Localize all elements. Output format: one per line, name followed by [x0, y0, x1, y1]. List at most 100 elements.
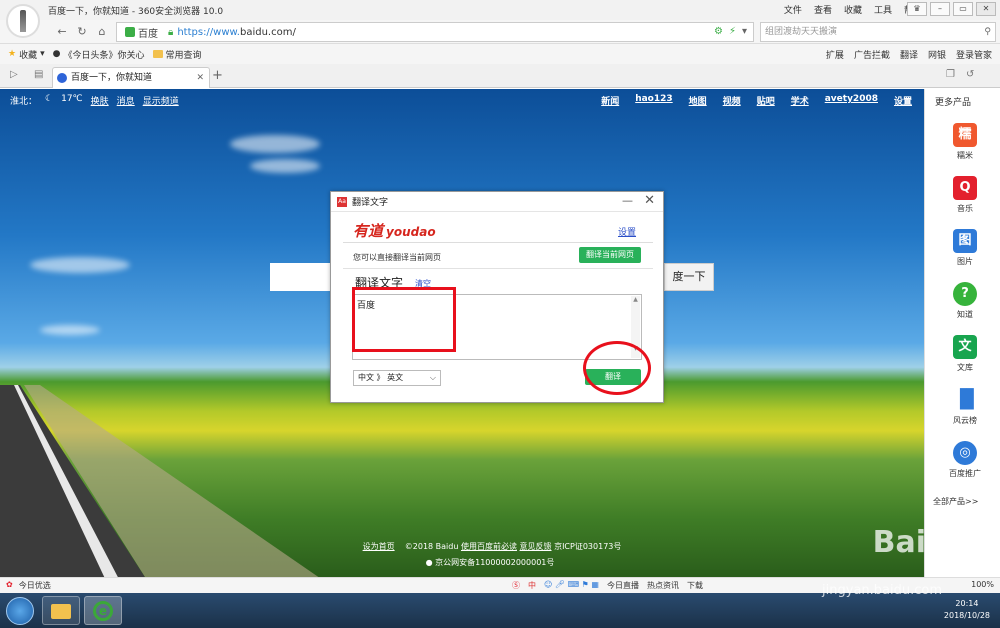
- translate-page-button[interactable]: 翻译当前网页: [579, 247, 641, 263]
- bookmark-common[interactable]: 常用查询: [152, 48, 202, 61]
- dialog-minimize-icon[interactable]: —: [622, 194, 633, 207]
- bank-button[interactable]: 网银: [928, 48, 946, 61]
- sogou-ime-icon[interactable]: Ⓢ: [512, 580, 520, 591]
- adblock-button[interactable]: 广告拦截: [854, 48, 890, 61]
- product-wenku[interactable]: 文文库: [943, 335, 987, 373]
- nav-settings[interactable]: 设置: [894, 94, 912, 107]
- product-promotion[interactable]: ◎ 百度推广: [943, 441, 987, 479]
- product-images[interactable]: 图图片: [943, 229, 987, 267]
- maximize-button[interactable]: ▭: [953, 2, 973, 16]
- search-input[interactable]: 组团渡劫天天搬演 ⚲: [760, 22, 996, 42]
- lock-icon: 🔒︎: [168, 26, 174, 38]
- bookmark-favorites[interactable]: ★ 收藏 ▾: [8, 48, 45, 61]
- nav-username[interactable]: avety2008: [825, 94, 878, 107]
- tab-close-icon[interactable]: ✕: [196, 68, 204, 88]
- bookmark-toutiao[interactable]: ● 《今日头条》你关心: [53, 48, 145, 61]
- skin-button[interactable]: ♛: [907, 2, 927, 16]
- nav-hao123[interactable]: hao123: [635, 94, 672, 107]
- login-manager-button[interactable]: 登录管家: [956, 48, 992, 61]
- search-icon[interactable]: ⚲: [984, 23, 991, 41]
- undo-close-icon[interactable]: ↺: [966, 69, 974, 80]
- moon-icon: ☾: [45, 94, 54, 104]
- chevron-down-icon: ⌵: [429, 373, 436, 382]
- baidu-search-input[interactable]: [270, 263, 332, 291]
- nav-tieba[interactable]: 贴吧: [757, 94, 775, 107]
- restore-icon[interactable]: ❐: [946, 69, 955, 80]
- address-bar[interactable]: 百度 🔒︎ https://www.baidu.com/ ⚙ ⚡ ▾: [116, 22, 754, 42]
- product-music[interactable]: Q 音乐: [943, 176, 987, 214]
- baidu-paw-icon: [57, 73, 67, 83]
- navigation-bar: ← ↻ ⌂ 百度 🔒︎ https://www.baidu.com/ ⚙ ⚡ ▾ 组…: [0, 20, 1000, 44]
- ime-tools-icons: ☺ 🎤︎ ⌨ ⚑ ▦: [544, 580, 599, 589]
- top-nav: 新闻 hao123 地图 视频 贴吧 学术 avety2008 设置: [601, 94, 912, 107]
- baidu-search-button[interactable]: 度一下: [664, 263, 714, 291]
- globe-icon: ◎: [953, 441, 977, 465]
- refresh-icon[interactable]: ↻: [74, 24, 90, 40]
- tab-baidu[interactable]: 百度一下，你就知道 ✕: [52, 67, 210, 88]
- lightning-icon[interactable]: ⚡: [729, 26, 736, 37]
- sidebar-title: 更多产品: [935, 98, 972, 108]
- download-link[interactable]: 下载: [687, 580, 703, 591]
- messages-link[interactable]: 消息: [117, 94, 135, 107]
- tab-list-icon[interactable]: ▤: [34, 69, 43, 80]
- menu-view[interactable]: 查看: [814, 3, 832, 16]
- live-link[interactable]: 今日直播: [607, 580, 639, 591]
- show-channels-link[interactable]: 显示频道: [143, 94, 179, 107]
- browser-taskbar-button[interactable]: e: [84, 596, 122, 625]
- folder-icon: [152, 50, 163, 58]
- tower-icon: [20, 10, 26, 32]
- back-icon[interactable]: ←: [54, 24, 70, 40]
- today-picks-link[interactable]: 今日优选: [19, 580, 51, 591]
- dialog-settings-link[interactable]: 设置: [618, 225, 636, 238]
- translate-toolbar-button[interactable]: 翻译: [900, 48, 918, 61]
- language-select[interactable]: 中文 》 英文 ⌵: [353, 370, 441, 386]
- minimize-button[interactable]: –: [930, 2, 950, 16]
- title-menus: 文件 查看 收藏 工具 帮助: [784, 3, 922, 16]
- home-icon[interactable]: ⌂: [94, 24, 110, 40]
- zoom-level[interactable]: 100%: [971, 580, 994, 589]
- sidebar-toggle-icon[interactable]: ▷: [10, 69, 18, 80]
- wenku-icon: 文: [953, 335, 977, 359]
- close-button[interactable]: ✕: [976, 2, 996, 16]
- start-button[interactable]: [6, 597, 34, 625]
- site-badge: 百度: [121, 25, 162, 40]
- all-products-link[interactable]: 全部产品>>: [933, 496, 978, 507]
- menu-tools[interactable]: 工具: [874, 3, 892, 16]
- nav-scholar[interactable]: 学术: [791, 94, 809, 107]
- change-skin-link[interactable]: 换肤: [91, 94, 109, 107]
- menu-file[interactable]: 文件: [784, 3, 802, 16]
- feedback-link[interactable]: 意见反馈: [520, 542, 552, 551]
- product-zhidao[interactable]: ? 知道: [943, 282, 987, 320]
- explorer-taskbar-button[interactable]: [42, 596, 80, 625]
- gift-icon: ✿: [6, 580, 13, 589]
- set-homepage-link[interactable]: 设为首页: [363, 542, 395, 551]
- nav-video[interactable]: 视频: [723, 94, 741, 107]
- dialog-title-bar: Aa 翻译文字: [331, 192, 663, 212]
- dialog-close-icon[interactable]: ✕: [644, 193, 655, 208]
- bookmarks-bar: ★ 收藏 ▾ ● 《今日头条》你关心 常用查询 扩展 广告拦截 翻译 网银 登录管家: [0, 44, 1000, 64]
- browser-logo[interactable]: [6, 4, 40, 38]
- translate-icon: Aa: [337, 196, 347, 207]
- window-controls: ♛ – ▭ ✕: [907, 2, 996, 16]
- dropdown-icon[interactable]: ▾: [742, 26, 747, 37]
- watermark-url: jingyan.baidu.com: [822, 583, 942, 598]
- terms-link[interactable]: 使用百度前必读: [461, 542, 517, 551]
- more-products-sidebar: 更多产品 糯糯米 Q 音乐 图图片 ? 知道 文文库 ▐▌ 风云榜 ◎ 百度推广 全部产…: [924, 89, 1000, 577]
- product-nuomi[interactable]: 糯糯米: [943, 123, 987, 161]
- new-tab-button[interactable]: +: [212, 68, 223, 83]
- extensions-button[interactable]: 扩展: [826, 48, 844, 61]
- accelerate-icon[interactable]: ⚙: [714, 26, 723, 37]
- title-bar: 百度一下，你就知道 - 360安全浏览器 10.0 文件 查看 收藏 工具 帮助…: [0, 0, 1000, 20]
- system-clock[interactable]: 20:14 2018/10/28: [944, 598, 990, 622]
- browser-icon: e: [93, 601, 113, 621]
- nav-news[interactable]: 新闻: [601, 94, 619, 107]
- nav-map[interactable]: 地图: [689, 94, 707, 107]
- footer-license: ● 京公网安备11000002000001号: [425, 558, 555, 567]
- annotation-circle: [583, 341, 651, 395]
- menu-favorites[interactable]: 收藏: [844, 3, 862, 16]
- ime-mode[interactable]: 中: [528, 580, 536, 591]
- product-ranking[interactable]: ▐▌ 风云榜: [943, 388, 987, 426]
- weather-bar: 淮北： ☾ 17℃ 换肤 消息 显示频道: [10, 94, 179, 107]
- hot-news-link[interactable]: 热点资讯: [647, 580, 679, 591]
- address-icons: ⚙ ⚡ ▾: [714, 26, 747, 37]
